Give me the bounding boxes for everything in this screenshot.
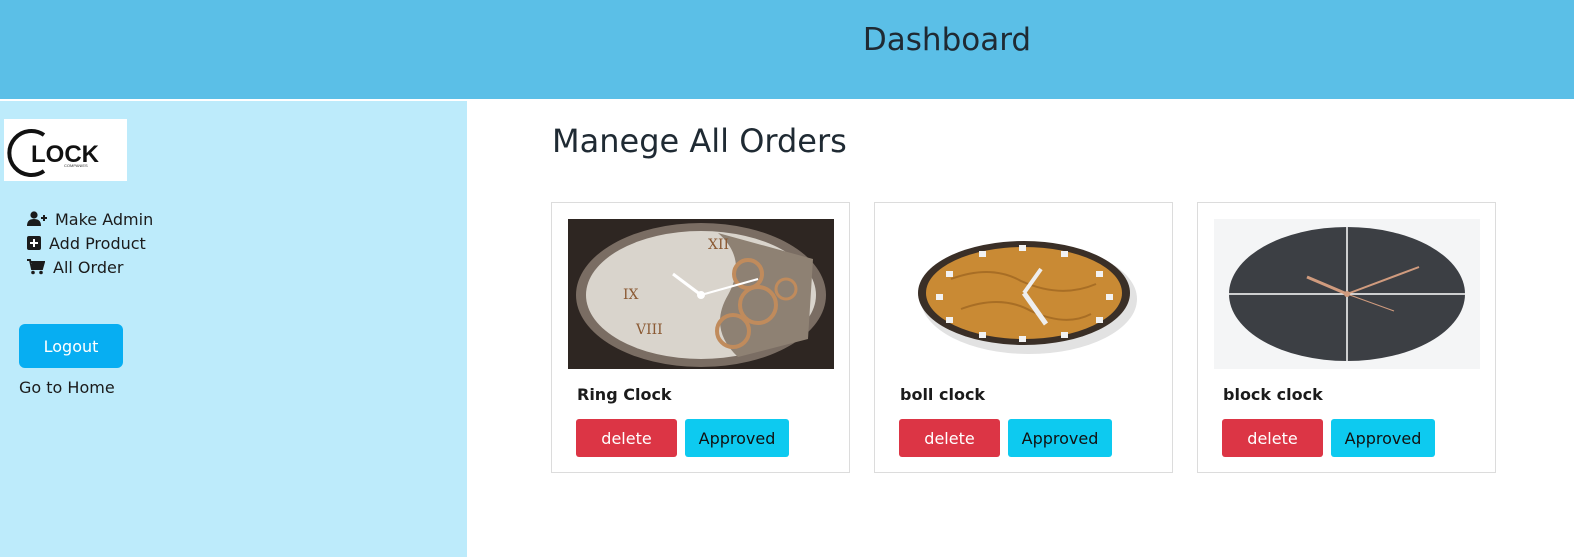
logout-button[interactable]: Logout (19, 324, 123, 368)
plus-square-icon (27, 236, 41, 250)
sidebar-item-label: Make Admin (55, 209, 154, 229)
sidebar: LOCK COMPANIES Make Admin Add Product Al… (0, 101, 467, 557)
delete-button[interactable]: delete (576, 419, 677, 457)
go-to-home-link[interactable]: Go to Home (19, 378, 115, 397)
product-name: Ring Clock (577, 385, 672, 404)
user-plus-icon (27, 211, 47, 226)
cart-icon (27, 259, 45, 275)
approved-button[interactable]: Approved (1008, 419, 1112, 457)
svg-text:VIII: VIII (635, 322, 663, 338)
delete-button[interactable]: delete (899, 419, 1000, 457)
order-card: block clock delete Approved (1197, 202, 1496, 473)
svg-text:XII: XII (708, 237, 729, 253)
product-name: boll clock (900, 385, 986, 404)
delete-button[interactable]: delete (1222, 419, 1323, 457)
product-image (1214, 219, 1480, 369)
approved-button[interactable]: Approved (1331, 419, 1435, 457)
sidebar-nav: Make Admin Add Product All Order (27, 207, 153, 279)
sidebar-item-all-order[interactable]: All Order (27, 255, 153, 279)
logo: LOCK COMPANIES (4, 119, 127, 181)
approved-button[interactable]: Approved (685, 419, 789, 457)
svg-text:IX: IX (623, 287, 639, 303)
product-image (891, 219, 1157, 369)
order-card: boll clock delete Approved (874, 202, 1173, 473)
product-image: XII IX VIII (568, 219, 834, 369)
sidebar-item-label: All Order (53, 257, 124, 277)
product-name: block clock (1223, 385, 1323, 404)
order-card: XII IX VIII Ring Clock delete Approved (551, 202, 850, 473)
page-title: Dashboard (862, 22, 1032, 58)
sidebar-item-add-product[interactable]: Add Product (27, 231, 153, 255)
sidebar-item-make-admin[interactable]: Make Admin (27, 207, 153, 231)
main-title: Manege All Orders (552, 122, 847, 160)
logo-subtext: COMPANIES (64, 163, 88, 168)
header-bar: Dashboard (0, 0, 1574, 99)
sidebar-item-label: Add Product (49, 233, 146, 253)
